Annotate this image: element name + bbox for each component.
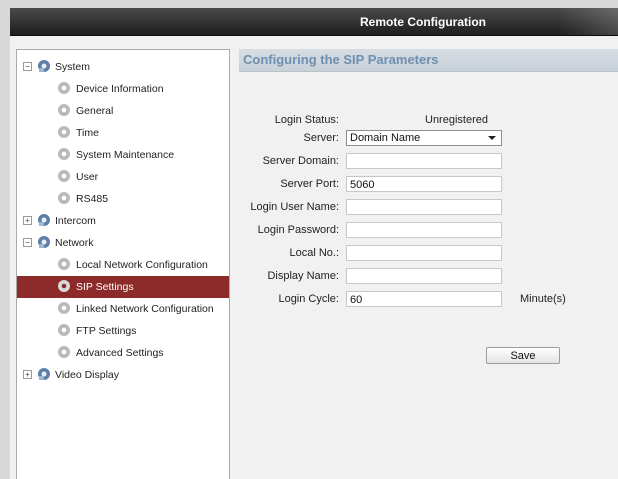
server-label: Server:	[303, 132, 339, 144]
tree-item-local-network-configuration[interactable]: Local Network Configuration	[17, 254, 229, 276]
tree-item-linked-network-configuration[interactable]: Linked Network Configuration	[17, 298, 229, 320]
tree-item-label: SIP Settings	[76, 281, 134, 293]
login-status-label: Login Status:	[274, 114, 339, 126]
tree-item-label: General	[76, 105, 114, 117]
login-user-name-input[interactable]	[346, 199, 502, 215]
tree-item-label: Device Information	[76, 83, 164, 95]
gear-icon	[58, 82, 70, 94]
gear-icon	[58, 324, 70, 336]
tree-item-ftp-settings[interactable]: FTP Settings	[17, 320, 229, 342]
network-gear-icon	[38, 236, 50, 248]
server-domain-label: Server Domain:	[262, 155, 339, 167]
video-display-gear-icon	[38, 368, 50, 380]
sip-parameters-panel: Configuring the SIP Parameters Login Sta…	[239, 49, 618, 479]
tree-group-network[interactable]: − Network	[17, 232, 229, 254]
login-user-name-label: Login User Name:	[250, 201, 339, 213]
local-no-label: Local No.:	[289, 247, 339, 259]
tree-item-device-information[interactable]: Device Information	[17, 78, 229, 100]
system-gear-icon	[38, 60, 50, 72]
tree-item-time[interactable]: Time	[17, 122, 229, 144]
gear-icon	[58, 192, 70, 204]
expand-icon[interactable]: +	[23, 216, 32, 225]
display-name-input[interactable]	[346, 268, 502, 284]
panel-header: Configuring the SIP Parameters	[239, 49, 618, 72]
server-select-value: Domain Name	[350, 132, 421, 144]
tree-group-label: Video Display	[55, 369, 120, 381]
server-port-input[interactable]: 5060	[346, 176, 502, 192]
login-status-value: Unregistered	[425, 114, 488, 126]
dropdown-arrow-icon	[488, 136, 496, 140]
remote-configuration-window: Remote Configuration − System Device Inf…	[10, 8, 618, 479]
title-bar-gloss	[558, 8, 618, 35]
server-domain-input[interactable]	[346, 153, 502, 169]
server-port-label: Server Port:	[280, 178, 339, 190]
tree-item-user[interactable]: User	[17, 166, 229, 188]
expand-icon[interactable]: +	[23, 370, 32, 379]
gear-icon	[58, 280, 70, 292]
tree-item-system-maintenance[interactable]: System Maintenance	[17, 144, 229, 166]
login-cycle-input[interactable]: 60	[346, 291, 502, 307]
tree-item-label: Local Network Configuration	[76, 259, 208, 271]
content-area: − System Device Information General Time…	[10, 36, 618, 479]
gear-icon	[58, 148, 70, 160]
gear-icon	[58, 170, 70, 182]
gear-icon	[58, 126, 70, 138]
gear-icon	[58, 258, 70, 270]
page-title: Configuring the SIP Parameters	[243, 52, 439, 67]
tree-item-label: System Maintenance	[76, 149, 175, 161]
save-button[interactable]: Save	[486, 347, 560, 364]
gear-icon	[58, 302, 70, 314]
title-bar: Remote Configuration	[10, 8, 618, 36]
collapse-icon[interactable]: −	[23, 238, 32, 247]
login-cycle-label: Login Cycle:	[278, 293, 339, 305]
tree-item-label: Advanced Settings	[76, 347, 164, 359]
tree-item-general[interactable]: General	[17, 100, 229, 122]
window-title: Remote Configuration	[360, 15, 486, 29]
gear-icon	[58, 104, 70, 116]
tree-group-label: System	[55, 61, 91, 73]
tree-item-advanced-settings[interactable]: Advanced Settings	[17, 342, 229, 364]
tree-group-label: Intercom	[55, 215, 96, 227]
collapse-icon[interactable]: −	[23, 62, 32, 71]
tree-group-video-display[interactable]: + Video Display	[17, 364, 229, 386]
gear-icon	[58, 346, 70, 358]
tree-group-label: Network	[55, 237, 94, 249]
server-select[interactable]: Domain Name	[346, 130, 502, 146]
tree-group-system[interactable]: − System	[17, 56, 229, 78]
local-no-input[interactable]	[346, 245, 502, 261]
tree-item-label: FTP Settings	[76, 325, 137, 337]
tree-item-label: Linked Network Configuration	[76, 303, 214, 315]
tree-item-label: RS485	[76, 193, 109, 205]
tree-group-intercom[interactable]: + Intercom	[17, 210, 229, 232]
tree-item-label: User	[76, 171, 99, 183]
login-password-input[interactable]	[346, 222, 502, 238]
tree-item-label: Time	[76, 127, 99, 139]
login-password-label: Login Password:	[257, 224, 339, 236]
tree-item-sip-settings[interactable]: SIP Settings	[17, 276, 229, 298]
display-name-label: Display Name:	[267, 270, 339, 282]
tree-item-rs485[interactable]: RS485	[17, 188, 229, 210]
navigation-tree: − System Device Information General Time…	[16, 49, 230, 479]
login-cycle-unit: Minute(s)	[520, 293, 566, 305]
intercom-gear-icon	[38, 214, 50, 226]
